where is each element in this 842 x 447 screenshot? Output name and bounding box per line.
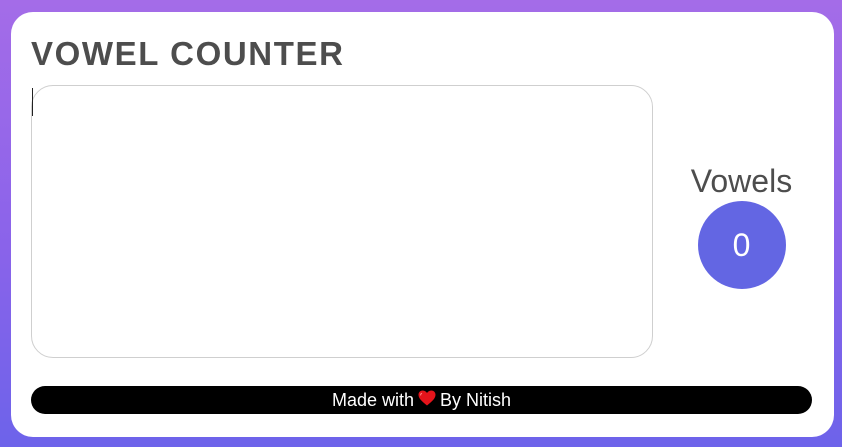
- vowels-label: Vowels: [690, 163, 793, 199]
- footer-credit: Made with By Nitish: [31, 386, 812, 414]
- footer-prefix: Made with: [331, 390, 415, 410]
- footer-suffix: By Nitish: [440, 390, 512, 410]
- vowel-count-badge: 0: [697, 201, 786, 289]
- vowel-count-panel: Vowels 0: [679, 162, 804, 289]
- vowel-counter-card: VOWEL COUNTER Vowels 0 Made with By Nitis…: [11, 12, 834, 437]
- text-cursor: [32, 88, 33, 116]
- heart-icon: [418, 386, 436, 414]
- text-input[interactable]: [31, 85, 653, 358]
- app-title: VOWEL COUNTER: [31, 35, 345, 72]
